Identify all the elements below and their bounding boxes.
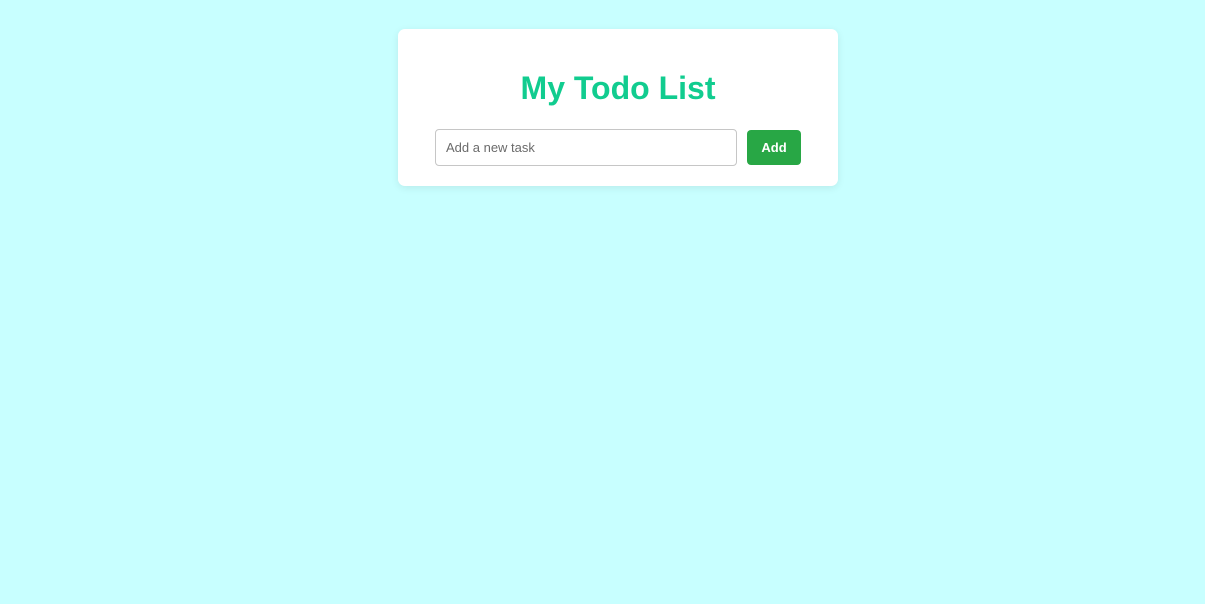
new-task-input[interactable]	[435, 129, 737, 166]
add-task-button[interactable]: Add	[747, 130, 801, 165]
todo-card: My Todo List Add	[398, 29, 838, 186]
page-title: My Todo List	[520, 70, 716, 106]
